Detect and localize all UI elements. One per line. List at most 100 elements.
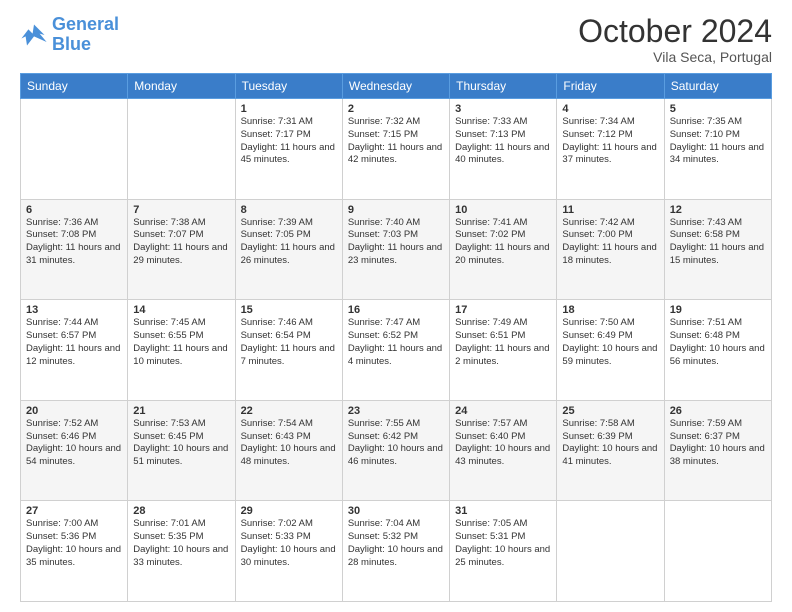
day-info: Sunrise: 7:43 AMSunset: 6:58 PMDaylight:…: [670, 217, 766, 268]
calendar-cell: 2Sunrise: 7:32 AMSunset: 7:15 PMDaylight…: [342, 99, 449, 200]
day-number: 4: [562, 103, 658, 115]
weekday-header-saturday: Saturday: [664, 74, 771, 99]
day-info: Sunrise: 7:02 AMSunset: 5:33 PMDaylight:…: [241, 518, 337, 569]
calendar-cell: 15Sunrise: 7:46 AMSunset: 6:54 PMDayligh…: [235, 300, 342, 401]
calendar-cell: 8Sunrise: 7:39 AMSunset: 7:05 PMDaylight…: [235, 199, 342, 300]
day-info: Sunrise: 7:52 AMSunset: 6:46 PMDaylight:…: [26, 418, 122, 469]
day-info: Sunrise: 7:04 AMSunset: 5:32 PMDaylight:…: [348, 518, 444, 569]
logo-icon: [20, 21, 48, 49]
title-block: October 2024 Vila Seca, Portugal: [578, 15, 772, 65]
day-number: 1: [241, 103, 337, 115]
day-info: Sunrise: 7:40 AMSunset: 7:03 PMDaylight:…: [348, 217, 444, 268]
day-info: Sunrise: 7:33 AMSunset: 7:13 PMDaylight:…: [455, 116, 551, 167]
weekday-header-monday: Monday: [128, 74, 235, 99]
day-info: Sunrise: 7:49 AMSunset: 6:51 PMDaylight:…: [455, 317, 551, 368]
day-number: 12: [670, 204, 766, 216]
day-info: Sunrise: 7:34 AMSunset: 7:12 PMDaylight:…: [562, 116, 658, 167]
calendar-cell: 31Sunrise: 7:05 AMSunset: 5:31 PMDayligh…: [450, 501, 557, 602]
day-number: 6: [26, 204, 122, 216]
month-title: October 2024: [578, 15, 772, 47]
day-number: 30: [348, 505, 444, 517]
calendar-cell: [557, 501, 664, 602]
day-number: 13: [26, 304, 122, 316]
calendar-cell: 21Sunrise: 7:53 AMSunset: 6:45 PMDayligh…: [128, 400, 235, 501]
day-info: Sunrise: 7:42 AMSunset: 7:00 PMDaylight:…: [562, 217, 658, 268]
weekday-header-tuesday: Tuesday: [235, 74, 342, 99]
calendar-cell: [21, 99, 128, 200]
calendar-cell: 22Sunrise: 7:54 AMSunset: 6:43 PMDayligh…: [235, 400, 342, 501]
calendar-cell: 3Sunrise: 7:33 AMSunset: 7:13 PMDaylight…: [450, 99, 557, 200]
calendar-cell: 5Sunrise: 7:35 AMSunset: 7:10 PMDaylight…: [664, 99, 771, 200]
calendar-cell: 24Sunrise: 7:57 AMSunset: 6:40 PMDayligh…: [450, 400, 557, 501]
calendar-cell: 11Sunrise: 7:42 AMSunset: 7:00 PMDayligh…: [557, 199, 664, 300]
day-info: Sunrise: 7:45 AMSunset: 6:55 PMDaylight:…: [133, 317, 229, 368]
calendar-cell: 30Sunrise: 7:04 AMSunset: 5:32 PMDayligh…: [342, 501, 449, 602]
calendar-cell: [128, 99, 235, 200]
logo: General Blue: [20, 15, 119, 55]
day-info: Sunrise: 7:00 AMSunset: 5:36 PMDaylight:…: [26, 518, 122, 569]
day-info: Sunrise: 7:53 AMSunset: 6:45 PMDaylight:…: [133, 418, 229, 469]
day-number: 2: [348, 103, 444, 115]
day-number: 3: [455, 103, 551, 115]
day-number: 5: [670, 103, 766, 115]
day-info: Sunrise: 7:47 AMSunset: 6:52 PMDaylight:…: [348, 317, 444, 368]
calendar-cell: 9Sunrise: 7:40 AMSunset: 7:03 PMDaylight…: [342, 199, 449, 300]
logo-text: General Blue: [52, 15, 119, 55]
day-info: Sunrise: 7:36 AMSunset: 7:08 PMDaylight:…: [26, 217, 122, 268]
calendar-cell: 1Sunrise: 7:31 AMSunset: 7:17 PMDaylight…: [235, 99, 342, 200]
calendar-cell: 26Sunrise: 7:59 AMSunset: 6:37 PMDayligh…: [664, 400, 771, 501]
day-number: 14: [133, 304, 229, 316]
weekday-header-friday: Friday: [557, 74, 664, 99]
day-info: Sunrise: 7:41 AMSunset: 7:02 PMDaylight:…: [455, 217, 551, 268]
calendar-cell: 28Sunrise: 7:01 AMSunset: 5:35 PMDayligh…: [128, 501, 235, 602]
day-number: 22: [241, 405, 337, 417]
calendar-cell: 27Sunrise: 7:00 AMSunset: 5:36 PMDayligh…: [21, 501, 128, 602]
calendar-cell: 13Sunrise: 7:44 AMSunset: 6:57 PMDayligh…: [21, 300, 128, 401]
location: Vila Seca, Portugal: [578, 49, 772, 65]
calendar-cell: 19Sunrise: 7:51 AMSunset: 6:48 PMDayligh…: [664, 300, 771, 401]
page-header: General Blue October 2024 Vila Seca, Por…: [20, 15, 772, 65]
day-number: 21: [133, 405, 229, 417]
calendar-table: SundayMondayTuesdayWednesdayThursdayFrid…: [20, 73, 772, 602]
calendar-cell: [664, 501, 771, 602]
day-info: Sunrise: 7:50 AMSunset: 6:49 PMDaylight:…: [562, 317, 658, 368]
day-info: Sunrise: 7:31 AMSunset: 7:17 PMDaylight:…: [241, 116, 337, 167]
day-info: Sunrise: 7:05 AMSunset: 5:31 PMDaylight:…: [455, 518, 551, 569]
calendar-cell: 4Sunrise: 7:34 AMSunset: 7:12 PMDaylight…: [557, 99, 664, 200]
calendar-cell: 23Sunrise: 7:55 AMSunset: 6:42 PMDayligh…: [342, 400, 449, 501]
day-number: 23: [348, 405, 444, 417]
calendar-cell: 12Sunrise: 7:43 AMSunset: 6:58 PMDayligh…: [664, 199, 771, 300]
weekday-header-wednesday: Wednesday: [342, 74, 449, 99]
day-info: Sunrise: 7:01 AMSunset: 5:35 PMDaylight:…: [133, 518, 229, 569]
calendar-cell: 17Sunrise: 7:49 AMSunset: 6:51 PMDayligh…: [450, 300, 557, 401]
day-info: Sunrise: 7:35 AMSunset: 7:10 PMDaylight:…: [670, 116, 766, 167]
day-info: Sunrise: 7:38 AMSunset: 7:07 PMDaylight:…: [133, 217, 229, 268]
calendar-cell: 29Sunrise: 7:02 AMSunset: 5:33 PMDayligh…: [235, 501, 342, 602]
day-number: 11: [562, 204, 658, 216]
day-number: 7: [133, 204, 229, 216]
day-number: 31: [455, 505, 551, 517]
day-info: Sunrise: 7:51 AMSunset: 6:48 PMDaylight:…: [670, 317, 766, 368]
calendar-cell: 18Sunrise: 7:50 AMSunset: 6:49 PMDayligh…: [557, 300, 664, 401]
day-number: 9: [348, 204, 444, 216]
day-number: 10: [455, 204, 551, 216]
day-info: Sunrise: 7:58 AMSunset: 6:39 PMDaylight:…: [562, 418, 658, 469]
day-number: 26: [670, 405, 766, 417]
day-info: Sunrise: 7:54 AMSunset: 6:43 PMDaylight:…: [241, 418, 337, 469]
weekday-header-thursday: Thursday: [450, 74, 557, 99]
calendar-cell: 10Sunrise: 7:41 AMSunset: 7:02 PMDayligh…: [450, 199, 557, 300]
day-info: Sunrise: 7:46 AMSunset: 6:54 PMDaylight:…: [241, 317, 337, 368]
day-number: 17: [455, 304, 551, 316]
day-info: Sunrise: 7:44 AMSunset: 6:57 PMDaylight:…: [26, 317, 122, 368]
weekday-header-sunday: Sunday: [21, 74, 128, 99]
day-number: 19: [670, 304, 766, 316]
day-info: Sunrise: 7:55 AMSunset: 6:42 PMDaylight:…: [348, 418, 444, 469]
calendar-cell: 25Sunrise: 7:58 AMSunset: 6:39 PMDayligh…: [557, 400, 664, 501]
day-number: 16: [348, 304, 444, 316]
day-number: 15: [241, 304, 337, 316]
calendar-cell: 6Sunrise: 7:36 AMSunset: 7:08 PMDaylight…: [21, 199, 128, 300]
day-number: 28: [133, 505, 229, 517]
day-number: 20: [26, 405, 122, 417]
day-number: 29: [241, 505, 337, 517]
calendar-cell: 7Sunrise: 7:38 AMSunset: 7:07 PMDaylight…: [128, 199, 235, 300]
